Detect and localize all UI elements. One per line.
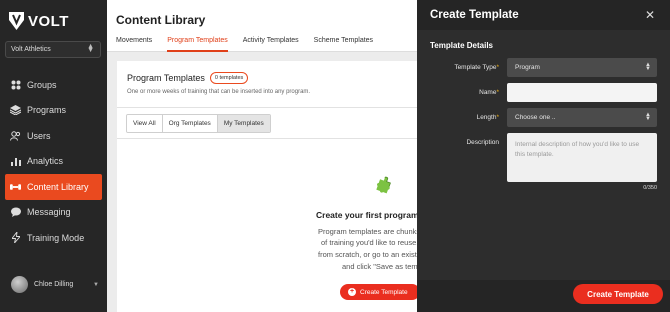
sidebar-item-label: Content Library: [27, 181, 89, 192]
groups-icon: [10, 79, 21, 90]
avatar: [11, 276, 28, 293]
drawer-header: Create Template ✕: [417, 0, 670, 30]
close-icon[interactable]: ✕: [645, 8, 655, 22]
divider: [117, 138, 417, 139]
filter-my-templates-button[interactable]: My Templates: [217, 115, 270, 132]
template-type-select[interactable]: Program ▲ ▼: [507, 58, 657, 77]
create-template-button[interactable]: + Create Template: [340, 284, 420, 300]
name-label: Name*: [479, 89, 499, 96]
empty-state-text: Program templates are chunks: [318, 227, 421, 236]
sidebar-item-content-library[interactable]: Content Library: [5, 174, 102, 200]
name-input[interactable]: [507, 83, 657, 102]
content-tabs: Movements Program Templates Activity Tem…: [116, 37, 373, 52]
length-label: Length*: [476, 114, 499, 121]
template-count-badge: 0 templates: [209, 72, 249, 84]
puzzle-piece-icon: [376, 176, 391, 194]
chevron-down-icon: ▼: [93, 281, 99, 288]
sort-icon: ▲ ▼: [645, 112, 651, 122]
tab-movements[interactable]: Movements: [116, 37, 152, 52]
create-template-label: Create Template: [360, 288, 408, 296]
tab-activity-templates[interactable]: Activity Templates: [243, 37, 299, 52]
description-label: Description: [466, 139, 499, 146]
page-title: Content Library: [116, 13, 206, 27]
card-title: Program Templates 0 templates: [127, 72, 249, 84]
empty-state-text: from scratch, or go to an exist: [318, 250, 417, 259]
length-select[interactable]: Choose one .. ▲ ▼: [507, 108, 657, 127]
create-template-drawer: Create Template ✕ Template Details Templ…: [417, 0, 670, 312]
empty-state-title: Create your first program: [316, 210, 419, 220]
sidebar-item-label: Training Mode: [27, 232, 85, 243]
sort-icon: ▲ ▼: [87, 43, 94, 54]
sidebar-item-users[interactable]: Users: [0, 123, 107, 149]
character-counter: 0/350: [643, 185, 657, 191]
section-title: Template Details: [430, 41, 493, 50]
sidebar-item-label: Messaging: [27, 207, 71, 218]
dumbbell-icon: [10, 181, 21, 192]
filter-view-all-button[interactable]: View All: [127, 115, 163, 132]
card-title-text: Program Templates: [127, 73, 205, 83]
org-selector[interactable]: Volt Athletics ▲ ▼: [5, 41, 101, 58]
sidebar-item-label: Users: [27, 130, 51, 141]
card-subtitle: One or more weeks of training that can b…: [127, 89, 311, 95]
submit-create-template-button[interactable]: Create Template: [573, 284, 663, 304]
filter-org-templates-button[interactable]: Org Templates: [162, 115, 218, 132]
org-selector-value: Volt Athletics: [11, 46, 51, 53]
template-filter: View All Org Templates My Templates: [126, 114, 271, 133]
plus-icon: +: [348, 288, 356, 296]
bar-chart-icon: [10, 156, 21, 167]
divider: [117, 107, 417, 108]
sidebar-item-messaging[interactable]: Messaging: [0, 200, 107, 226]
sidebar-item-label: Programs: [27, 105, 67, 116]
sidebar: VOLT Volt Athletics ▲ ▼ Groups Programs U…: [0, 0, 107, 312]
sidebar-item-label: Groups: [27, 79, 57, 90]
brand-name: VOLT: [28, 12, 69, 30]
sidebar-item-groups[interactable]: Groups: [0, 72, 107, 98]
sidebar-item-label: Analytics: [27, 156, 64, 167]
drawer-title: Create Template: [430, 9, 519, 21]
layers-icon: [10, 105, 21, 116]
empty-state-text: of training you'd like to reuse.: [321, 238, 419, 247]
user-name: Chloe Dilling: [34, 281, 74, 288]
template-type-label: Template Type*: [454, 64, 499, 71]
tab-program-templates[interactable]: Program Templates: [167, 37, 228, 52]
page-header: Content Library Movements Program Templa…: [107, 0, 417, 52]
template-type-value: Program: [515, 64, 540, 71]
sidebar-item-training-mode[interactable]: Training Mode: [0, 225, 107, 251]
description-textarea[interactable]: Internal description of how you'd like t…: [507, 133, 657, 182]
lightning-icon: [10, 232, 21, 244]
empty-state-text: and click "Save as temp: [342, 262, 422, 271]
user-menu[interactable]: Chloe Dilling ▼: [11, 276, 99, 293]
sidebar-item-analytics[interactable]: Analytics: [0, 149, 107, 175]
users-icon: [10, 130, 21, 141]
sidebar-nav: Groups Programs Users Analytics Content …: [0, 72, 107, 251]
tab-scheme-templates[interactable]: Scheme Templates: [314, 37, 373, 52]
length-value: Choose one ..: [515, 114, 556, 121]
volt-logo-icon: [9, 12, 24, 30]
sort-icon: ▲ ▼: [645, 62, 651, 72]
program-templates-card: Program Templates 0 templates One or mor…: [117, 61, 422, 312]
sidebar-item-programs[interactable]: Programs: [0, 98, 107, 124]
main-content: Content Library Movements Program Templa…: [107, 0, 422, 312]
chat-bubble-icon: [10, 207, 21, 218]
volt-logo[interactable]: VOLT: [9, 12, 69, 30]
